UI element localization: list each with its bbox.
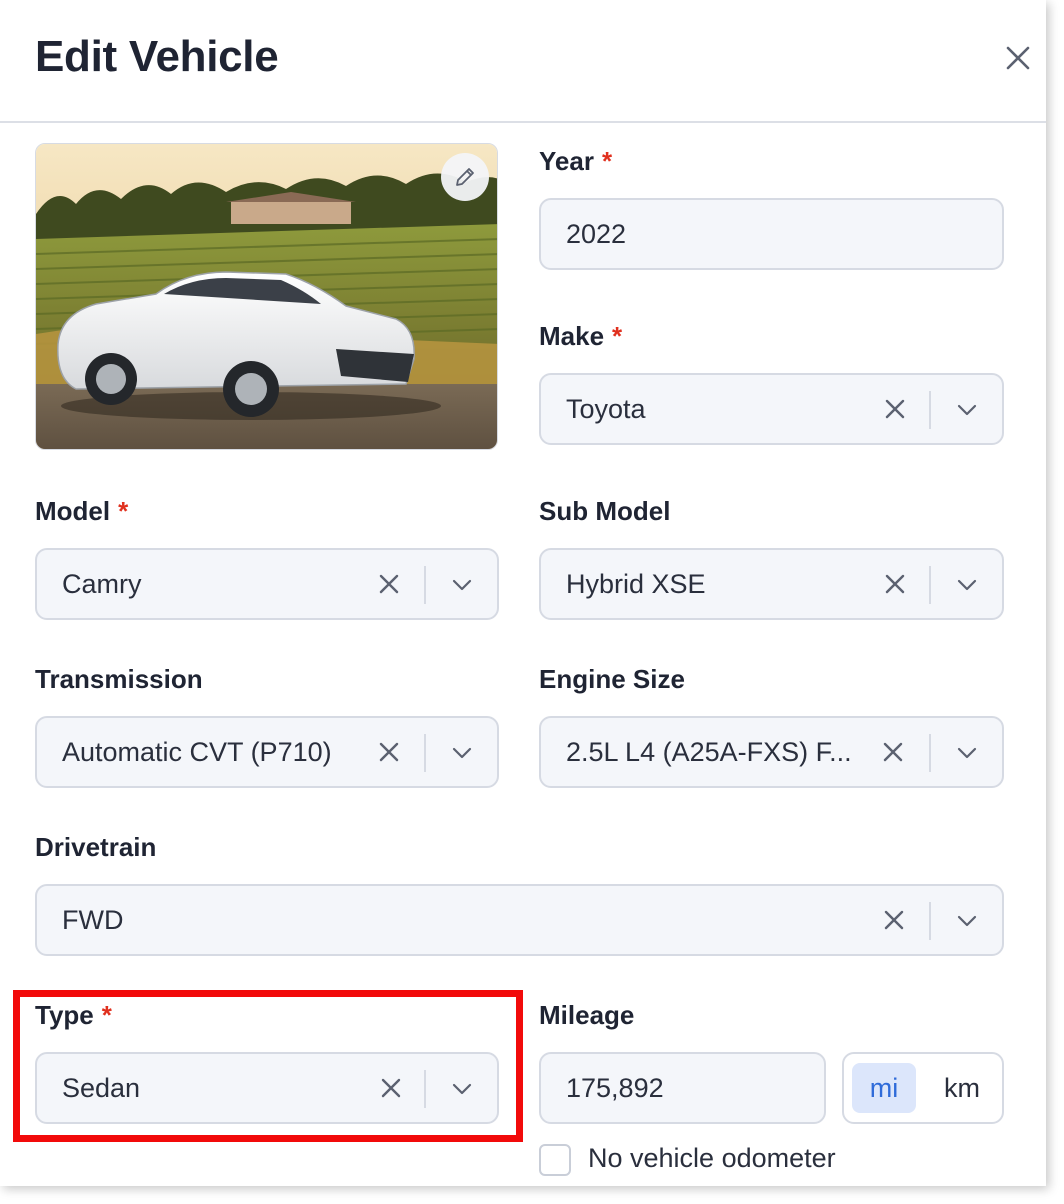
- no-odometer-checkbox[interactable]: [539, 1144, 571, 1176]
- edit-vehicle-dialog: Edit Vehicle Year * 2022 Make * Toyota M…: [0, 0, 1046, 1186]
- mileage-label: Mileage: [539, 1000, 635, 1030]
- year-label: Year *: [539, 146, 613, 176]
- unit-km-option[interactable]: km: [930, 1063, 994, 1113]
- mileage-input[interactable]: 175,892: [539, 1052, 826, 1124]
- separator: [424, 734, 426, 772]
- clear-icon[interactable]: [883, 397, 907, 421]
- chevron-down-icon[interactable]: [451, 1078, 473, 1100]
- drivetrain-select[interactable]: FWD: [35, 884, 1004, 956]
- year-input[interactable]: 2022: [539, 198, 1004, 270]
- separator: [929, 734, 931, 772]
- chevron-down-icon[interactable]: [451, 742, 473, 764]
- separator: [929, 566, 931, 604]
- separator: [929, 391, 931, 429]
- mileage-unit-toggle: mi km: [842, 1052, 1004, 1124]
- clear-icon[interactable]: [377, 572, 401, 596]
- transmission-select[interactable]: Automatic CVT (P710): [35, 716, 499, 788]
- transmission-value: Automatic CVT (P710): [62, 737, 332, 767]
- clear-icon[interactable]: [881, 740, 905, 764]
- make-label: Make *: [539, 321, 623, 351]
- model-label: Model *: [35, 496, 129, 526]
- sub-model-select[interactable]: Hybrid XSE: [539, 548, 1004, 620]
- make-value: Toyota: [566, 394, 646, 424]
- dialog-header: Edit Vehicle: [0, 0, 1046, 123]
- sub-model-value: Hybrid XSE: [566, 569, 706, 599]
- separator: [929, 902, 931, 940]
- separator: [424, 566, 426, 604]
- type-label: Type *: [35, 1000, 112, 1030]
- clear-icon[interactable]: [377, 740, 401, 764]
- separator: [424, 1070, 426, 1108]
- model-select[interactable]: Camry: [35, 548, 499, 620]
- model-value: Camry: [62, 569, 142, 599]
- clear-icon[interactable]: [883, 572, 907, 596]
- close-icon[interactable]: [1000, 40, 1036, 76]
- no-odometer-label[interactable]: No vehicle odometer: [588, 1143, 836, 1174]
- drivetrain-value: FWD: [62, 905, 124, 935]
- clear-icon[interactable]: [379, 1076, 403, 1100]
- drivetrain-label: Drivetrain: [35, 832, 157, 862]
- dialog-title: Edit Vehicle: [35, 32, 279, 81]
- transmission-label: Transmission: [35, 664, 203, 694]
- type-value: Sedan: [62, 1073, 141, 1103]
- pencil-icon: [456, 168, 474, 186]
- vehicle-photo: [35, 143, 498, 450]
- edit-photo-button[interactable]: [441, 153, 489, 201]
- type-select[interactable]: Sedan: [35, 1052, 499, 1124]
- chevron-down-icon[interactable]: [451, 574, 473, 596]
- engine-size-value: 2.5L L4 (A25A-FXS) F...: [566, 737, 852, 767]
- engine-size-select[interactable]: 2.5L L4 (A25A-FXS) F...: [539, 716, 1004, 788]
- chevron-down-icon[interactable]: [956, 910, 978, 932]
- clear-icon[interactable]: [882, 908, 906, 932]
- chevron-down-icon[interactable]: [956, 574, 978, 596]
- sub-model-label: Sub Model: [539, 496, 671, 526]
- make-select[interactable]: Toyota: [539, 373, 1004, 445]
- unit-mi-option[interactable]: mi: [852, 1063, 916, 1113]
- chevron-down-icon[interactable]: [956, 399, 978, 421]
- engine-size-label: Engine Size: [539, 664, 685, 694]
- chevron-down-icon[interactable]: [956, 742, 978, 764]
